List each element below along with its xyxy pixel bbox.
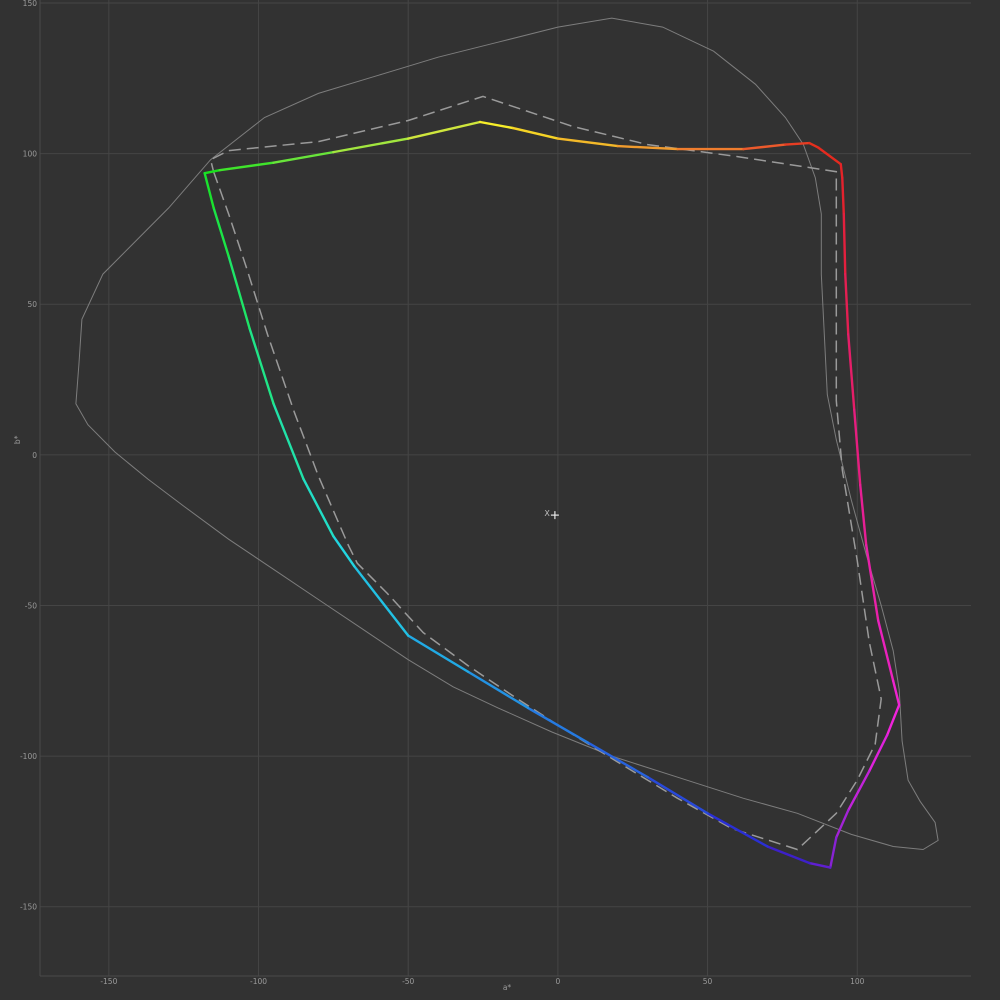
gamut-segment: [808, 861, 832, 869]
y-tick-label: 0: [32, 451, 37, 460]
x-tick-label: -50: [402, 977, 414, 986]
gamut-segment: [212, 206, 230, 258]
series-layer: [75, 17, 939, 869]
gamut-segment: [353, 565, 410, 637]
x-tick-label: 100: [850, 977, 865, 986]
gamut-segment: [478, 120, 515, 130]
gamut-segment: [844, 272, 850, 336]
gamut-segment: [466, 670, 530, 710]
y-tick-label: 150: [23, 0, 38, 8]
whitepoint-marker: X: [544, 509, 559, 520]
gamut-segment: [835, 809, 850, 839]
reference-gamut-dashed: [209, 95, 882, 851]
whitepoint-label: X: [544, 509, 550, 518]
gamut-segment: [841, 176, 845, 216]
gamut-segment: [808, 141, 820, 149]
gamut-segment: [742, 143, 787, 151]
gamut-segment: [616, 144, 679, 151]
y-tick-label: -150: [20, 903, 37, 912]
y-tick-label: 100: [23, 150, 38, 159]
y-tick-label: 50: [27, 300, 37, 309]
gamut-segment: [407, 634, 470, 673]
gamut-segment: [766, 845, 811, 865]
x-axis-label: a*: [503, 983, 512, 992]
gamut-segment: [203, 172, 215, 210]
y-tick-label: -100: [20, 752, 37, 761]
y-tick-label: -50: [25, 601, 37, 610]
gamut-segment: [407, 120, 482, 140]
gamut-segment: [868, 733, 889, 773]
gamut-segment: [302, 477, 335, 538]
gamut-segment: [511, 126, 560, 140]
gamut-segment: [203, 168, 221, 175]
x-tick-label: -100: [250, 977, 267, 986]
gamut-segment: [706, 812, 769, 848]
gamut-segment: [646, 775, 709, 815]
lab-gamut-chart: -150 -100 -50 0 50 100 150 100 50 0 -50 -100 -150 a*…: [13, 0, 971, 992]
gamut-segment: [865, 544, 880, 622]
gamut-segment: [829, 836, 838, 869]
gamut-segment: [272, 402, 305, 481]
gamut-segment: [885, 703, 901, 737]
gamut-segment: [839, 162, 844, 179]
gamut-segment: [248, 327, 275, 405]
gamut-segment: [842, 212, 847, 276]
gamut-segment: [817, 146, 842, 166]
gamut-segment: [847, 333, 856, 411]
gamut-segment: [586, 741, 649, 779]
gamut-segment: [218, 161, 275, 172]
y-axis-label: b*: [13, 435, 22, 444]
tick-labels: -150 -100 -50 0 50 100 150 100 50 0 -50 -100 -150: [20, 0, 865, 986]
gamut-segment: [332, 137, 410, 154]
gamut-segment: [556, 137, 619, 148]
x-tick-label: 0: [555, 977, 560, 986]
x-tick-label: 50: [703, 977, 713, 986]
x-tick-label: -150: [100, 977, 117, 986]
grid: [39, 0, 971, 977]
gamut-segment: [784, 141, 811, 146]
gamut-segment: [876, 619, 895, 682]
